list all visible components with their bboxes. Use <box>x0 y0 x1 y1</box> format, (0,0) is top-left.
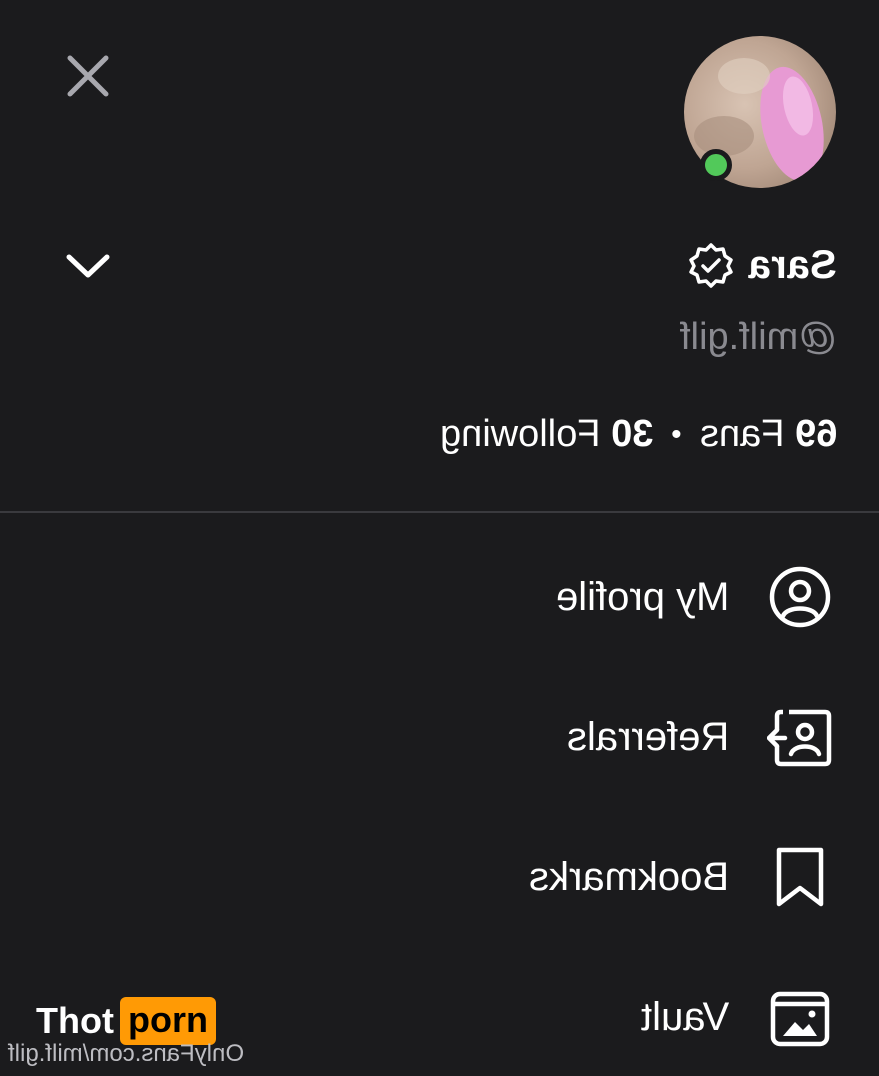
following-count: 30 <box>610 413 654 455</box>
fans-label: Fans <box>699 413 785 455</box>
watermark-url-text: OnlyFans.com/milf.gilf <box>8 1040 245 1067</box>
profile-name-row[interactable]: Sara <box>688 240 837 290</box>
online-status-dot <box>700 149 732 181</box>
avatar[interactable] <box>684 36 836 188</box>
menu-item-referrals[interactable]: Referrals <box>567 702 833 772</box>
menu-item-vault[interactable]: Vault <box>641 982 833 1052</box>
user-circle-icon <box>767 564 833 630</box>
divider <box>0 511 879 513</box>
bookmark-icon <box>767 844 833 910</box>
close-icon <box>67 55 109 97</box>
profile-name: Sara <box>748 242 837 287</box>
fans-count: 69 <box>794 413 837 455</box>
chevron-down-icon <box>66 254 110 278</box>
watermark-brand-part1: Thot <box>36 1000 114 1041</box>
watermark-brand-part2: porn <box>119 997 216 1045</box>
menu-item-my-profile[interactable]: My profile <box>556 562 833 632</box>
menu-item-bookmarks[interactable]: Bookmarks <box>529 842 833 912</box>
menu-item-label: My profile <box>555 574 729 619</box>
vault-image-icon <box>767 984 833 1050</box>
watermark-brand: Thot porn <box>36 996 216 1046</box>
verified-badge-icon <box>689 243 733 288</box>
profile-stats: 30 Following • 69 Fans <box>440 413 837 456</box>
watermark-url: OnlyFans.com/milf.gilf <box>8 1040 244 1068</box>
menu-item-label: Referrals <box>566 714 729 759</box>
menu-item-label: Vault <box>640 994 729 1039</box>
account-switch-button[interactable] <box>58 236 118 296</box>
profile-username: @milf.gilf <box>680 316 837 359</box>
following-stat[interactable]: 30 Following <box>440 413 653 456</box>
stats-separator: • <box>671 417 682 451</box>
fans-stat[interactable]: 69 Fans <box>700 413 837 456</box>
following-label: Following <box>439 413 601 455</box>
username-text: @milf.gilf <box>680 316 837 358</box>
close-button[interactable] <box>58 46 118 106</box>
menu-item-label: Bookmarks <box>528 854 729 899</box>
referral-icon <box>767 704 833 770</box>
